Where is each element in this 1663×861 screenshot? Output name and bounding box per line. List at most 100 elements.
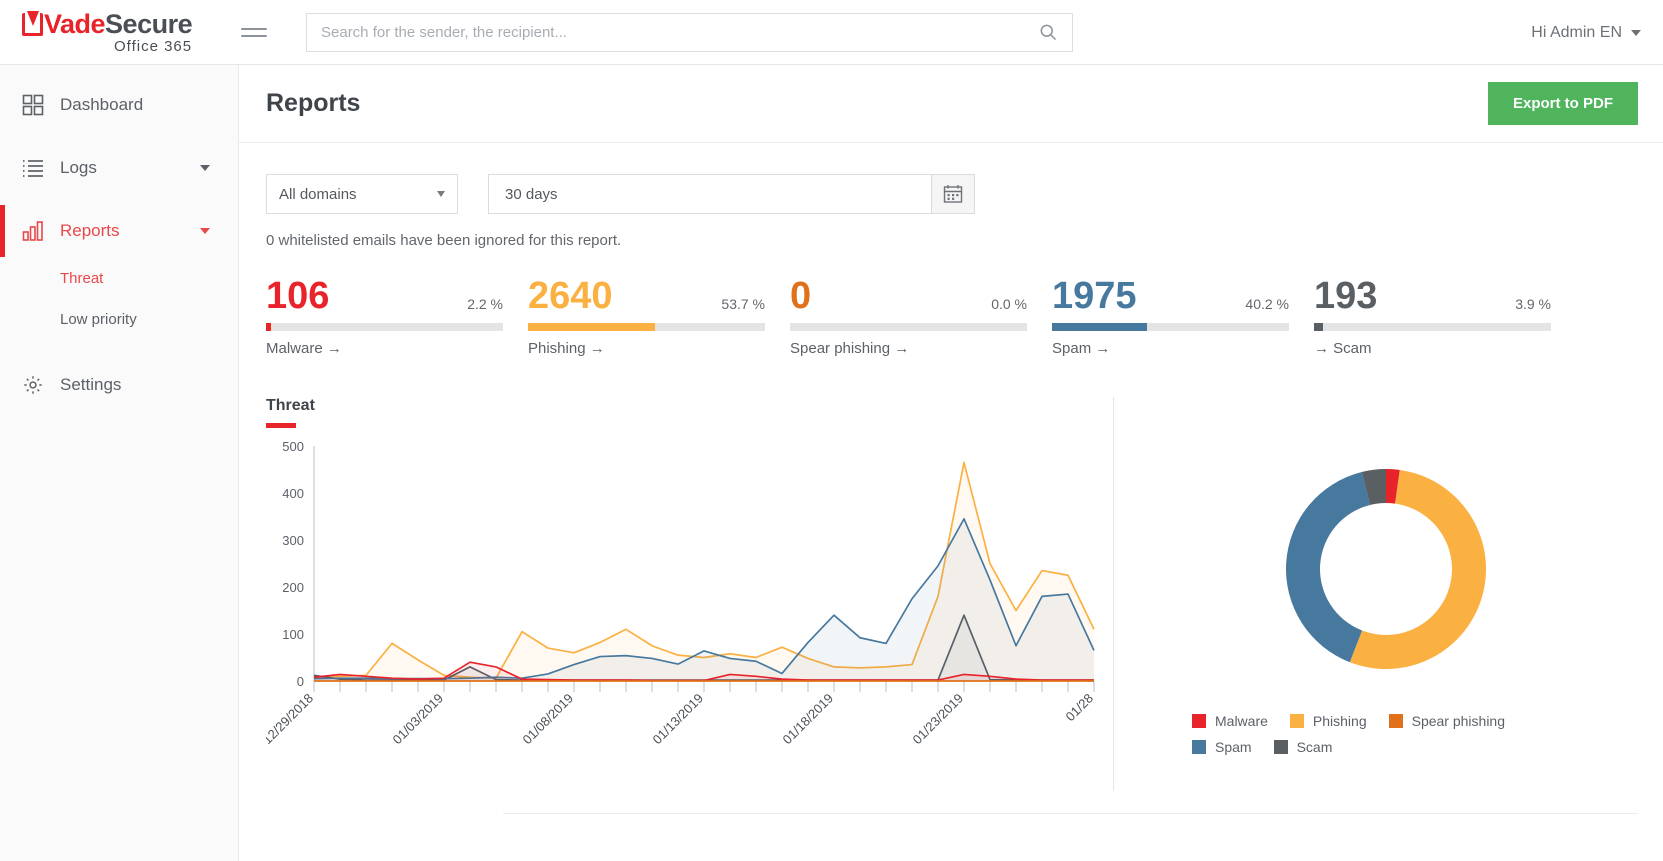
logo-text-secure: Secure (105, 11, 192, 38)
kpi-label[interactable]: Phishing → (528, 340, 790, 357)
sidebar-item-dashboard[interactable]: Dashboard (0, 73, 238, 136)
svg-text:0: 0 (297, 674, 304, 689)
svg-text:12/29/2018: 12/29/2018 (266, 691, 316, 748)
gear-icon (22, 374, 52, 396)
sidebar-subitem-threat[interactable]: Threat (0, 262, 238, 294)
sidebar-item-label: Logs (60, 158, 97, 178)
legend-label: Spam (1215, 739, 1252, 755)
legend-label: Malware (1215, 713, 1268, 729)
sidebar-item-label: Dashboard (60, 95, 143, 115)
charts-section: Threat 010020030040050012/29/201801/03/2… (239, 357, 1663, 791)
threat-line-chart[interactable]: 010020030040050012/29/201801/03/201901/0… (266, 436, 1121, 786)
user-menu[interactable]: Hi Admin EN (1531, 0, 1641, 65)
kpi-value: 2640 (528, 277, 613, 315)
chevron-down-icon[interactable] (200, 228, 210, 234)
user-menu-label: Hi Admin EN (1531, 24, 1622, 42)
svg-text:01/23/2019: 01/23/2019 (909, 691, 966, 748)
export-to-pdf-button[interactable]: Export to PDF (1488, 82, 1638, 125)
arrow-right-icon: → (1095, 340, 1110, 357)
kpi-label[interactable]: Spear phishing → (790, 340, 1052, 357)
domain-select[interactable]: All domains (266, 174, 458, 214)
kpi-label-text: Malware (266, 340, 323, 357)
kpi-progress-fill (528, 323, 655, 331)
title-underline (266, 423, 296, 428)
page-header: Reports Export to PDF (239, 65, 1663, 143)
kpi-label[interactable]: Malware → (266, 340, 528, 357)
kpi-progress-bar (1052, 323, 1289, 331)
svg-text:500: 500 (282, 439, 304, 454)
list-icon (22, 157, 52, 179)
svg-text:01/08/2019: 01/08/2019 (519, 691, 576, 748)
kpi-value: 106 (266, 277, 329, 315)
arrow-right-icon: → (894, 340, 909, 357)
legend-item-spam[interactable]: Spam (1192, 739, 1252, 755)
arrow-right-icon: → (327, 340, 342, 357)
svg-text:100: 100 (282, 627, 304, 642)
legend-label: Scam (1297, 739, 1333, 755)
search-bar[interactable] (306, 13, 1073, 52)
vade-checkmark-icon (22, 13, 43, 36)
sidebar-item-label: Settings (60, 375, 121, 395)
kpi-progress-fill (266, 323, 271, 331)
kpi-value: 1975 (1052, 277, 1137, 315)
svg-text:01/18/2019: 01/18/2019 (779, 691, 836, 748)
kpi-progress-bar (266, 323, 503, 331)
chevron-down-icon (1631, 30, 1641, 36)
legend-item-spear-phishing[interactable]: Spear phishing (1389, 713, 1505, 729)
logo-subtitle: Office 365 (22, 39, 192, 54)
threat-donut-chart-panel: Malware Phishing Spear phishing Spam Scam (1113, 397, 1658, 791)
legend-item-scam[interactable]: Scam (1274, 739, 1333, 755)
legend-swatch-icon (1290, 714, 1304, 728)
chart-title: Threat (266, 397, 1113, 415)
sidebar-item-reports[interactable]: Reports (0, 199, 238, 262)
hamburger-icon[interactable] (241, 23, 267, 42)
app-logo[interactable]: Vade Secure Office 365 (0, 11, 239, 54)
threat-line-chart-panel: Threat 010020030040050012/29/201801/03/2… (239, 397, 1113, 791)
svg-text:01/03/2019: 01/03/2019 (389, 691, 446, 748)
legend-label: Spear phishing (1412, 713, 1505, 729)
chevron-down-icon[interactable] (200, 165, 210, 171)
sidebar-item-logs[interactable]: Logs (0, 136, 238, 199)
kpi-card-phishing[interactable]: 2640 53.7 % Phishing → (528, 277, 790, 357)
kpi-card-spam[interactable]: 1975 40.2 % Spam → (1052, 277, 1314, 357)
kpi-progress-fill (1314, 323, 1323, 331)
sidebar: Dashboard Logs Reports Threat Low pr (0, 65, 239, 861)
date-range-picker[interactable]: 30 days (488, 174, 975, 214)
domain-select-value: All domains (279, 186, 357, 203)
svg-text:01/13/2019: 01/13/2019 (649, 691, 706, 748)
kpi-label-text: Scam (1333, 340, 1371, 357)
legend-swatch-icon (1274, 740, 1288, 754)
calendar-icon[interactable] (931, 174, 975, 214)
logo-text-vade: Vade (44, 11, 105, 38)
kpi-card-spear-phishing[interactable]: 0 0.0 % Spear phishing → (790, 277, 1052, 357)
kpi-percent: 0.0 % (991, 296, 1052, 315)
kpi-progress-bar (790, 323, 1027, 331)
kpi-label[interactable]: Spam → (1052, 340, 1314, 357)
kpi-card-malware[interactable]: 106 2.2 % Malware → (266, 277, 528, 357)
kpi-label-text: Spam (1052, 340, 1091, 357)
kpi-label[interactable]: → Scam (1314, 340, 1576, 357)
legend-item-malware[interactable]: Malware (1192, 713, 1268, 729)
legend-swatch-icon (1192, 714, 1206, 728)
kpi-label-text: Spear phishing (790, 340, 890, 357)
search-input[interactable] (321, 24, 1038, 41)
sidebar-item-label: Reports (60, 221, 120, 241)
sidebar-item-settings[interactable]: Settings (0, 353, 238, 416)
legend-item-phishing[interactable]: Phishing (1290, 713, 1367, 729)
date-range-value[interactable]: 30 days (488, 174, 931, 214)
legend-swatch-icon (1389, 714, 1403, 728)
search-icon[interactable] (1038, 22, 1058, 42)
kpi-percent: 53.7 % (721, 296, 790, 315)
kpi-label-text: Phishing (528, 340, 586, 357)
kpi-value: 193 (1314, 277, 1377, 315)
kpi-card-scam[interactable]: 193 3.9 % → Scam (1314, 277, 1576, 357)
kpi-progress-bar (1314, 323, 1551, 331)
bar-chart-icon (22, 220, 52, 242)
sidebar-subitem-low-priority[interactable]: Low priority (0, 303, 238, 335)
donut-slice-spam[interactable] (1286, 472, 1370, 662)
legend-swatch-icon (1192, 740, 1206, 754)
kpi-progress-bar (528, 323, 765, 331)
whitelist-note: 0 whitelisted emails have been ignored f… (239, 214, 1663, 249)
threat-donut-chart[interactable] (1256, 439, 1516, 699)
svg-text:400: 400 (282, 486, 304, 501)
